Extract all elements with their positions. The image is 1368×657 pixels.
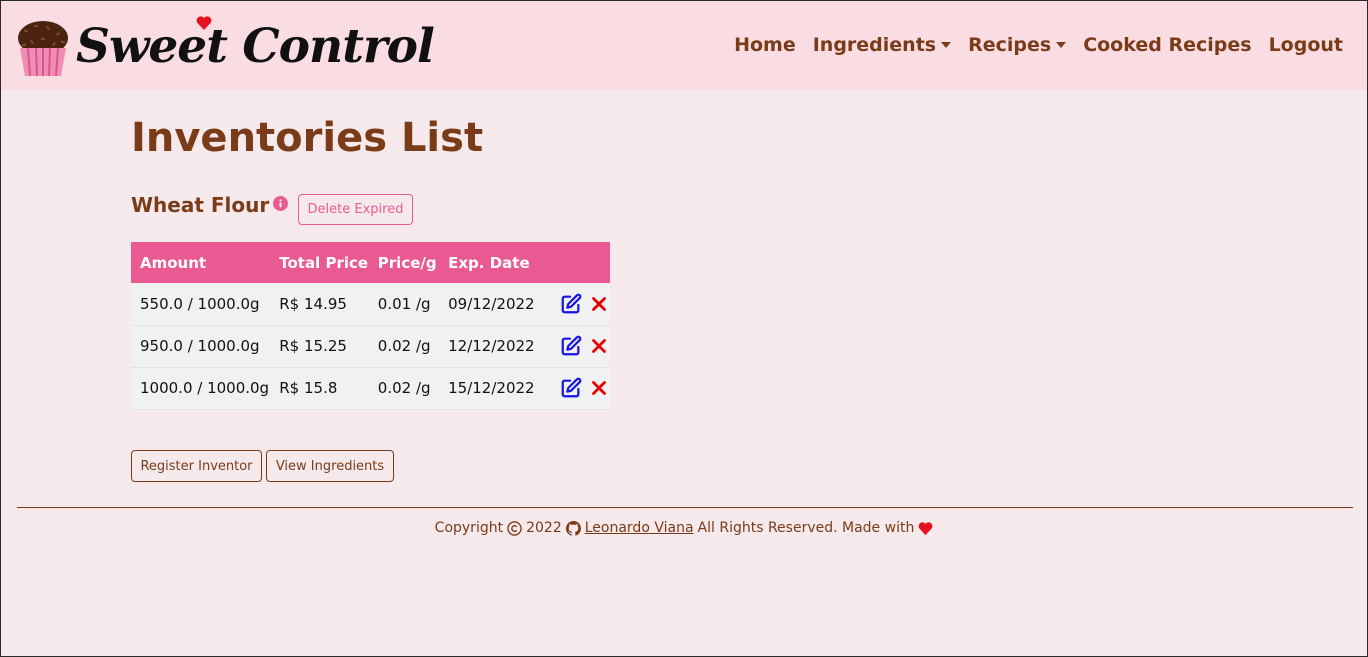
cell-actions — [541, 367, 610, 409]
x-icon[interactable] — [588, 335, 610, 357]
cupcake-logo-icon — [18, 21, 68, 76]
delete-expired-button[interactable]: Delete Expired — [298, 194, 413, 225]
cell-price-per-g: 0.02 /g — [377, 337, 431, 355]
cell-exp-date: 12/12/2022 — [448, 337, 535, 355]
cell-amount: 1000.0 / 1000.0g — [140, 379, 270, 397]
nav-cooked-recipes[interactable]: Cooked Recipes — [1083, 34, 1251, 56]
table-row: 550.0 / 1000.0g R$ 14.95 0.01 /g 09/12/2… — [131, 283, 610, 325]
ingredient-heading: Wheat Flour — [131, 193, 289, 217]
footer-copyright-label: Copyright — [434, 520, 504, 536]
x-icon[interactable] — [588, 377, 610, 399]
nav-recipes-label: Recipes — [968, 34, 1052, 56]
x-icon[interactable] — [588, 293, 610, 315]
inventories-table: Amount Total Price Price/g Exp. Date 550… — [131, 242, 610, 410]
view-ingredients-button[interactable]: View Ingredients — [266, 450, 394, 482]
edit-icon[interactable] — [560, 377, 582, 399]
caret-down-icon — [941, 42, 952, 48]
cell-amount: 950.0 / 1000.0g — [140, 337, 260, 355]
cell-actions — [541, 325, 610, 367]
brand-logo[interactable]: Sweet Control — [16, 15, 435, 77]
nav-ingredients-label: Ingredients — [812, 34, 937, 56]
footer: Copyright 2022 Leonardo Viana All Rights… — [1, 520, 1367, 536]
heart-icon — [918, 521, 933, 535]
nav-ingredients-dropdown[interactable]: Ingredients — [812, 34, 952, 56]
nav-logout-label: Logout — [1268, 34, 1343, 56]
cell-total-price: R$ 14.95 — [279, 294, 347, 313]
cell-price-per-g: 0.01 /g — [377, 294, 431, 313]
navbar: Sweet Control Home Ingredients Recipes C… — [1, 1, 1367, 90]
column-header-price-per-g: Price/g — [377, 253, 437, 272]
info-circle-icon[interactable] — [273, 196, 289, 211]
caret-down-icon — [1056, 42, 1067, 48]
cell-amount: 550.0 / 1000.0g — [140, 294, 260, 313]
ingredient-name: Wheat Flour — [131, 193, 270, 217]
footer-author-link[interactable]: Leonardo Viana — [585, 520, 694, 536]
cell-total-price: R$ 15.25 — [279, 337, 347, 355]
cell-total-price: R$ 15.8 — [279, 379, 338, 397]
copyright-icon — [507, 520, 522, 536]
table-row: 950.0 / 1000.0g R$ 15.25 0.02 /g 12/12/2… — [131, 325, 610, 367]
nav-home[interactable]: Home — [734, 34, 796, 56]
cell-exp-date: 15/12/2022 — [448, 379, 535, 397]
footer-year: 2022 — [526, 520, 562, 536]
edit-icon[interactable] — [560, 293, 582, 315]
table-row: 1000.0 / 1000.0g R$ 15.8 0.02 /g 15/12/2… — [131, 367, 610, 409]
nav-home-label: Home — [734, 34, 796, 56]
nav-recipes-dropdown[interactable]: Recipes — [968, 34, 1067, 56]
table-header-row: Amount Total Price Price/g Exp. Date — [131, 242, 610, 283]
nav-logout[interactable]: Logout — [1269, 34, 1343, 56]
column-header-amount: Amount — [140, 253, 207, 272]
cell-actions — [541, 283, 610, 325]
nav-links: Home Ingredients Recipes Cooked Recipes … — [734, 34, 1343, 56]
github-icon — [565, 520, 581, 536]
register-inventory-button[interactable]: Register Inventor — [131, 450, 262, 482]
cell-exp-date: 09/12/2022 — [448, 294, 535, 313]
nav-cooked-recipes-label: Cooked Recipes — [1083, 34, 1252, 56]
column-header-actions — [541, 242, 610, 283]
cell-price-per-g: 0.02 /g — [377, 379, 431, 397]
heart-icon — [196, 16, 212, 30]
column-header-exp-date: Exp. Date — [448, 253, 530, 272]
brand-name: Sweet Control — [76, 18, 435, 74]
page-title: Inventories List — [131, 115, 484, 161]
footer-divider — [17, 507, 1353, 508]
footer-rights: All Rights Reserved. Made with — [697, 520, 915, 536]
column-header-total-price: Total Price — [279, 253, 369, 272]
edit-icon[interactable] — [560, 335, 582, 357]
